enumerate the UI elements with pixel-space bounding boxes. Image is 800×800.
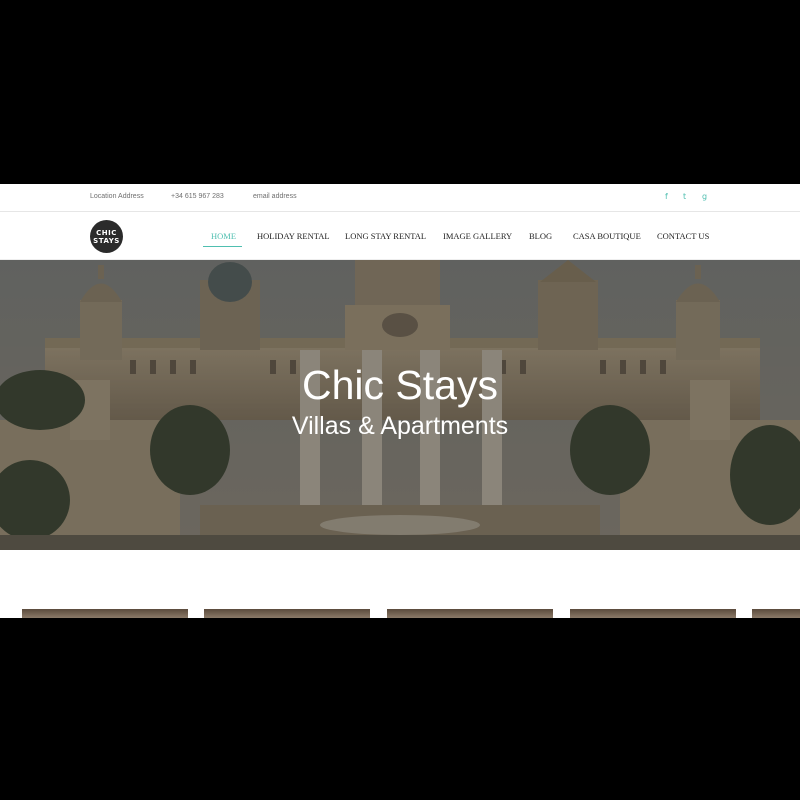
google-icon[interactable]: g [702, 192, 707, 201]
website-viewport: Location Address +34 615 967 283 email a… [0, 184, 800, 618]
nav-blog[interactable]: BLOG [529, 231, 552, 241]
hero-banner: Chic Stays Villas & Apartments [0, 260, 800, 550]
logo-line-2: STAYS [93, 237, 120, 245]
twitter-icon[interactable]: t [683, 192, 686, 201]
email-address[interactable]: email address [253, 193, 297, 200]
property-thumbnail[interactable] [22, 609, 188, 618]
location-address: Location Address [90, 193, 144, 200]
active-nav-underline [203, 246, 242, 247]
property-thumbnail[interactable] [387, 609, 553, 618]
nav-casa-boutique[interactable]: CASA BOUTIQUE [573, 231, 641, 241]
nav-holiday-rental[interactable]: HOLIDAY RENTAL [257, 231, 330, 241]
phone-number[interactable]: +34 615 967 283 [171, 193, 224, 200]
chic-stays-logo[interactable]: CHIC STAYS [90, 220, 123, 253]
top-info-bar: Location Address +34 615 967 283 email a… [0, 184, 800, 212]
facebook-icon[interactable]: f [665, 192, 668, 201]
property-thumbnail[interactable] [204, 609, 370, 618]
nav-long-stay-rental[interactable]: LONG STAY RENTAL [345, 231, 426, 241]
logo-line-1: CHIC [96, 229, 117, 237]
hero-subtitle: Villas & Apartments [291, 412, 509, 440]
nav-home[interactable]: HOME [211, 231, 236, 241]
hero-title: Chic Stays [302, 362, 498, 408]
property-thumbnail[interactable] [570, 609, 736, 618]
nav-contact-us[interactable]: CONTACT US [657, 231, 709, 241]
property-thumbnail[interactable] [752, 609, 800, 618]
main-navbar: CHIC STAYS HOME HOLIDAY RENTAL LONG STAY… [0, 212, 800, 260]
nav-image-gallery[interactable]: IMAGE GALLERY [443, 231, 512, 241]
